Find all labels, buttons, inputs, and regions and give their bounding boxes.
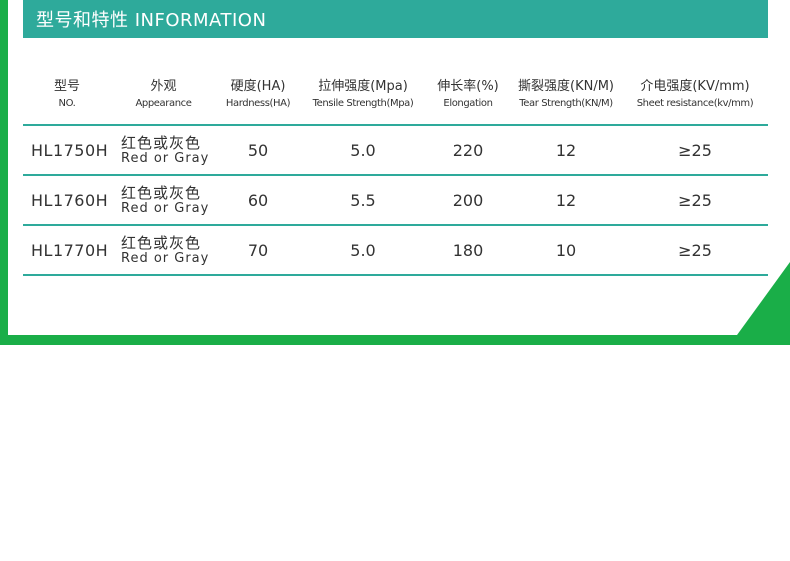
- header-elongation: 伸长率(%) Elongation: [426, 66, 510, 126]
- header-tear: 撕裂强度(KN/M) Tear Strength(KN/M): [510, 66, 622, 126]
- cell-appearance: 红色或灰色 Red or Gray: [111, 175, 216, 226]
- cell-tear: 10: [510, 225, 622, 276]
- table-row: HL1770H 红色或灰色 Red or Gray 70 5.0 180 10 ≥…: [23, 225, 768, 276]
- cell-dielectric: ≥25: [622, 125, 768, 176]
- cell-tensile: 5.0: [300, 125, 426, 176]
- header-appearance: 外观 Appearance: [111, 66, 216, 126]
- table-header-row: 型号 NO. 外观 Appearance 硬度(HA) Hardness(HA) 拉伸…: [23, 66, 768, 126]
- cell-elongation: 200: [426, 175, 510, 226]
- cell-hardness: 70: [216, 225, 300, 276]
- cell-hardness: 50: [216, 125, 300, 176]
- cell-tensile: 5.5: [300, 175, 426, 226]
- cell-elongation: 180: [426, 225, 510, 276]
- spec-table: 型号 NO. 外观 Appearance 硬度(HA) Hardness(HA) 拉伸…: [23, 66, 768, 276]
- cell-dielectric: ≥25: [622, 175, 768, 226]
- header-dielectric: 介电强度(KV/mm) Sheet resistance(kv/mm): [622, 66, 768, 126]
- section-title-bar: 型号和特性 INFORMATION: [23, 0, 768, 38]
- cell-appearance: 红色或灰色 Red or Gray: [111, 125, 216, 176]
- header-model: 型号 NO.: [23, 66, 111, 126]
- table-row: HL1760H 红色或灰色 Red or Gray 60 5.5 200 12 ≥…: [23, 175, 768, 226]
- cell-appearance: 红色或灰色 Red or Gray: [111, 225, 216, 276]
- cell-tear: 12: [510, 125, 622, 176]
- cell-hardness: 60: [216, 175, 300, 226]
- header-hardness: 硬度(HA) Hardness(HA): [216, 66, 300, 126]
- cell-model: HL1770H: [23, 225, 111, 276]
- cell-elongation: 220: [426, 125, 510, 176]
- section-title: 型号和特性 INFORMATION: [36, 10, 267, 31]
- cell-model: HL1760H: [23, 175, 111, 226]
- header-tensile: 拉伸强度(Mpa) Tensile Strength(Mpa): [300, 66, 426, 126]
- cell-model: HL1750H: [23, 125, 111, 176]
- cell-tear: 12: [510, 175, 622, 226]
- cell-dielectric: ≥25: [622, 225, 768, 276]
- cell-tensile: 5.0: [300, 225, 426, 276]
- table-row: HL1750H 红色或灰色 Red or Gray 50 5.0 220 12 ≥…: [23, 125, 768, 176]
